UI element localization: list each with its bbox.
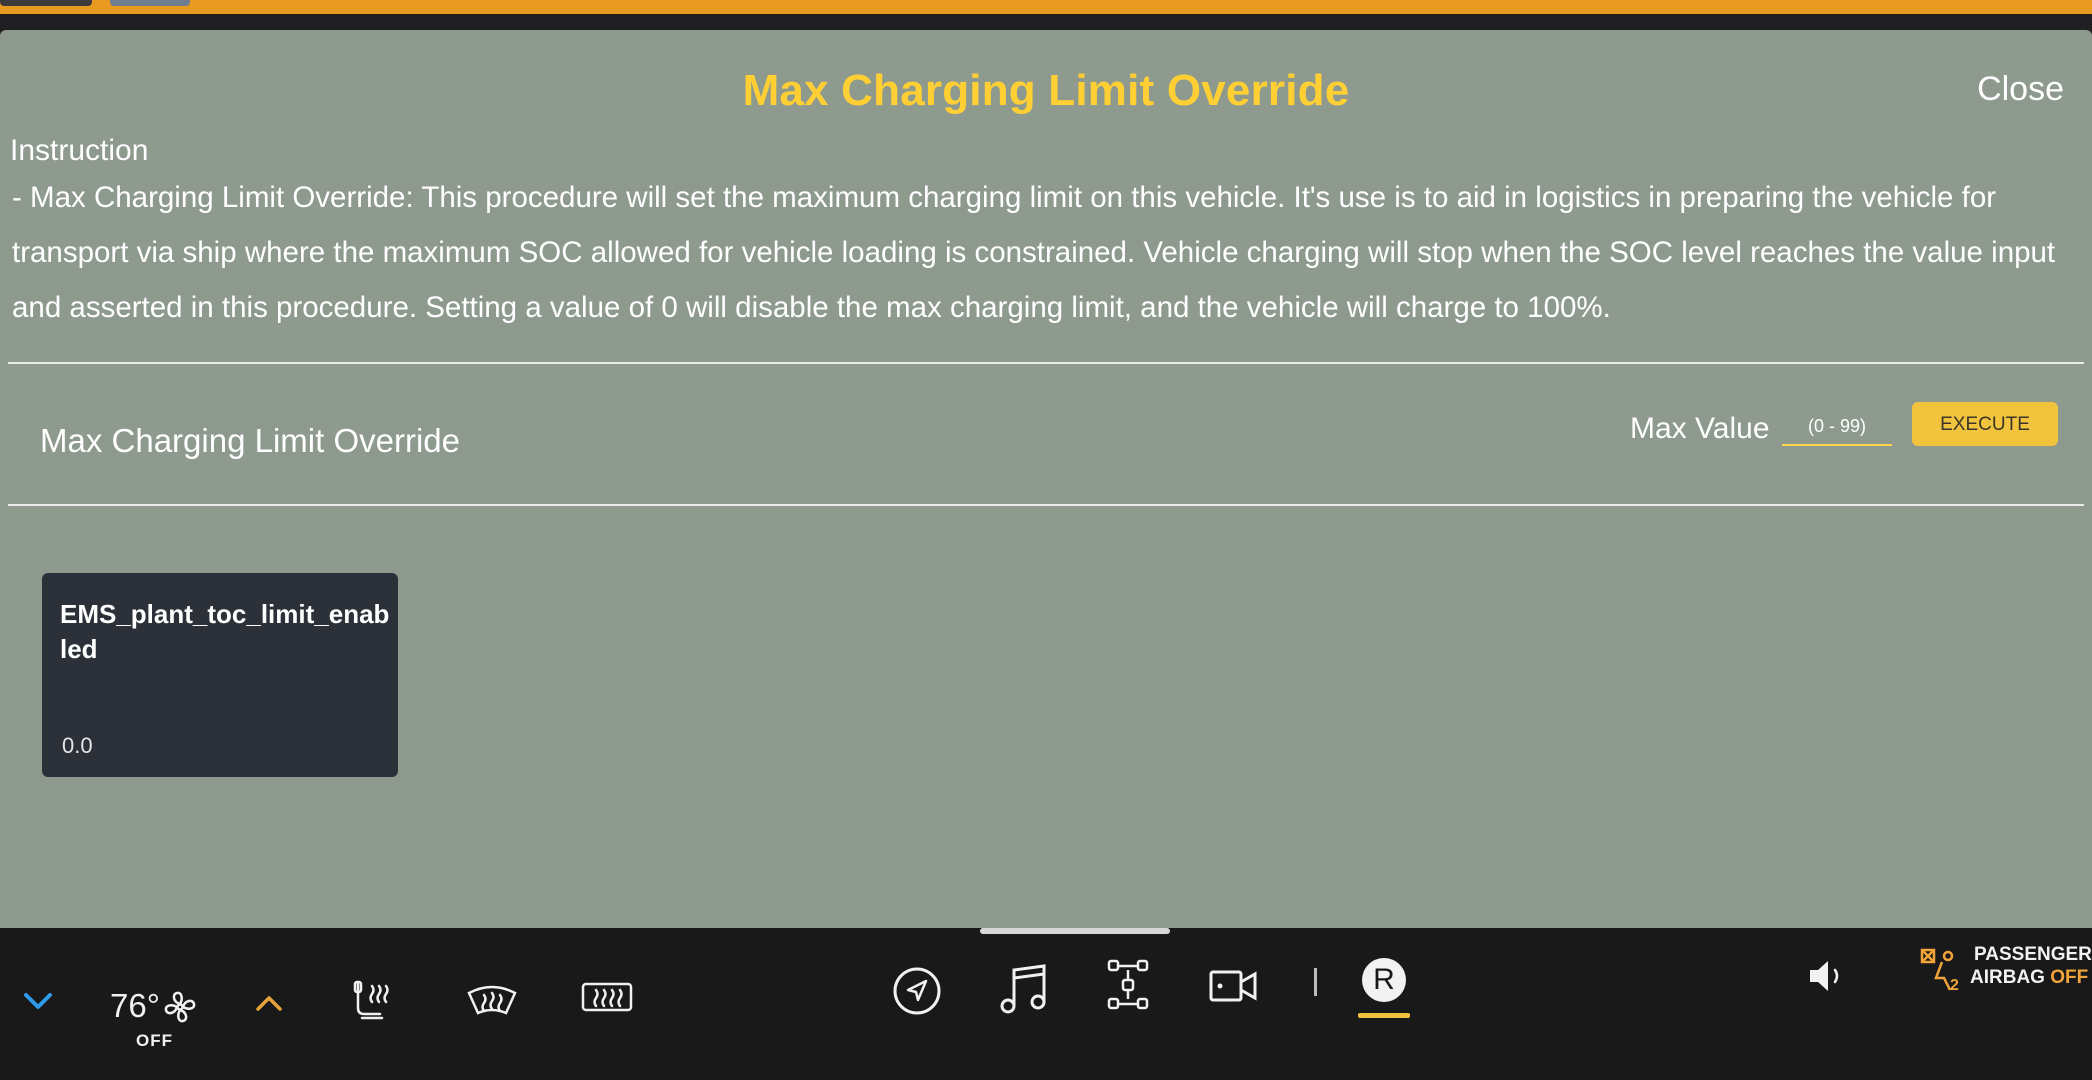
rear-defrost-icon[interactable]: [580, 980, 634, 1016]
divider-bottom: [8, 504, 2084, 506]
temperature-readout[interactable]: 76°: [110, 987, 160, 1025]
max-value-input[interactable]: [1782, 408, 1892, 446]
apps-icon[interactable]: [1106, 958, 1150, 1012]
airbag-status-line1: PASSENGER: [1974, 944, 2092, 965]
chevron-down-icon[interactable]: [22, 990, 54, 1012]
airbag-off-status: OFF: [2050, 967, 2089, 988]
volume-icon[interactable]: [1806, 956, 1850, 996]
r-app-button[interactable]: R: [1362, 958, 1406, 1002]
front-defrost-icon[interactable]: [466, 983, 518, 1019]
top-status-strip: [0, 0, 2092, 14]
procedure-modal: Max Charging Limit Override Close Instru…: [0, 30, 2092, 928]
execute-button[interactable]: EXECUTE: [1912, 402, 2058, 446]
seat-heat-icon[interactable]: [352, 980, 396, 1026]
modal-title: Max Charging Limit Override: [742, 66, 1350, 115]
instruction-text: - Max Charging Limit Override: This proc…: [12, 181, 2056, 324]
signal-name: EMS_plant_toc_limit_enabled: [60, 599, 390, 664]
chevron-up-icon[interactable]: [254, 994, 284, 1012]
close-button[interactable]: Close: [1977, 70, 2064, 109]
camera-icon[interactable]: [1208, 968, 1258, 1004]
top-tab-right[interactable]: [110, 0, 190, 6]
home-indicator[interactable]: [980, 928, 1170, 934]
svg-text:2: 2: [1950, 977, 1959, 992]
divider-top: [8, 362, 2084, 364]
procedure-section-title: Max Charging Limit Override: [40, 422, 460, 459]
top-bar: [0, 14, 2092, 30]
airbag-label: AIRBAG: [1970, 967, 2051, 988]
signal-card: EMS_plant_toc_limit_enabled 0.0: [42, 573, 398, 777]
bar-separator: [1314, 968, 1317, 996]
airbag-icon: 2: [1920, 948, 1959, 992]
fan-icon[interactable]: [163, 990, 197, 1024]
signal-value: 0.0: [62, 733, 93, 758]
music-icon[interactable]: [998, 962, 1052, 1018]
instruction-heading: Instruction: [10, 134, 149, 167]
navigation-icon[interactable]: [892, 966, 942, 1016]
max-value-label: Max Value: [1630, 412, 1770, 445]
top-tab-left[interactable]: [0, 0, 92, 6]
active-indicator: [1358, 1013, 1410, 1018]
airbag-status-line2: AIRBAG OFF: [1970, 967, 2088, 989]
climate-status: OFF: [136, 1031, 173, 1050]
